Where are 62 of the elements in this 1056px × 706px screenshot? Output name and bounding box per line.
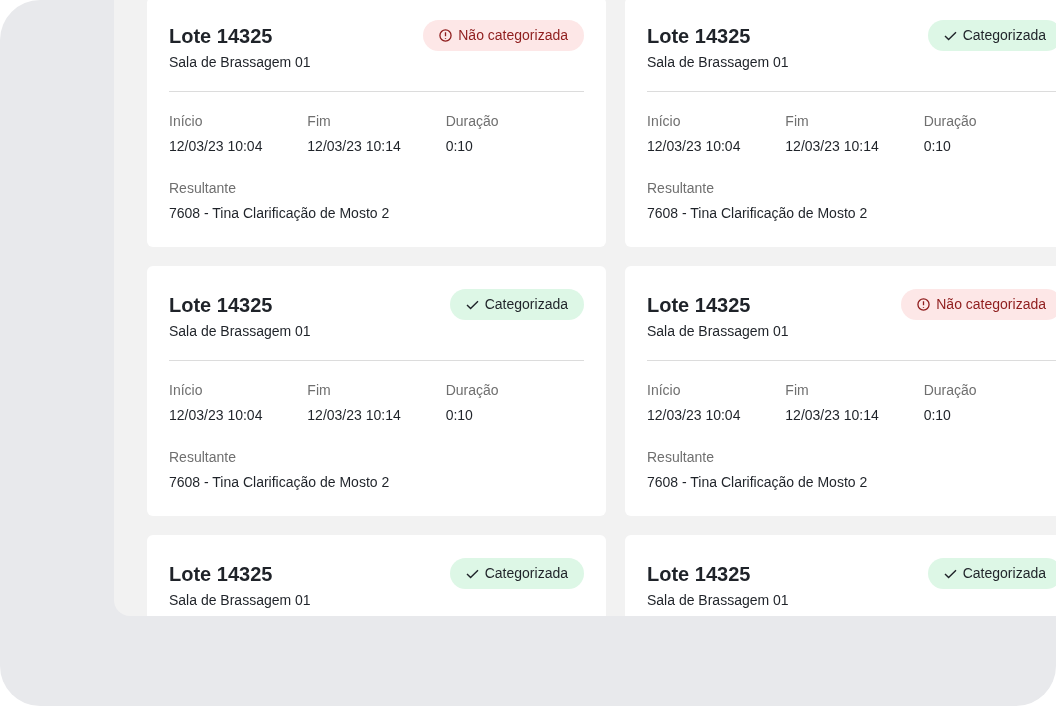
batch-title: Lote 14325: [647, 293, 752, 318]
batch-title: Lote 14325: [169, 293, 274, 318]
room-name: Sala de Brassagem 01: [169, 591, 311, 610]
field-label: Fim: [785, 112, 810, 131]
room-name: Sala de Brassagem 01: [647, 322, 789, 341]
field-value: 12/03/23 10:14: [307, 406, 402, 425]
batch-card[interactable]: Lote 14325 Sala de Brassagem 01 Categorizada: [147, 535, 606, 616]
room-name: Sala de Brassagem 01: [647, 53, 789, 72]
check-icon: [465, 568, 479, 579]
check-icon: [465, 299, 479, 310]
field-value: 7608 - Tina Clarificação de Mosto 2: [169, 204, 391, 223]
batch-card[interactable]: Lote 14325 Sala de Brassagem 01 Categorizada Início 12/03/23 10:04 Fim 12/03/23 10:14 Duração 0:10 Resultante 7608 - Tina Clarificação de Mosto 2: [147, 266, 606, 516]
status-badge: Categorizada: [449, 289, 584, 320]
field-label: Início: [169, 112, 204, 131]
field-label: Duração: [923, 112, 978, 131]
field-label: Início: [169, 381, 204, 400]
room-name: Sala de Brassagem 01: [169, 322, 311, 341]
field-label: Duração: [445, 381, 500, 400]
field-value: 7608 - Tina Clarificação de Mosto 2: [647, 204, 869, 223]
batch-title: Lote 14325: [647, 24, 752, 49]
batch-card[interactable]: Lote 14325 Sala de Brassagem 01 Categorizada: [625, 535, 1056, 616]
batch-card[interactable]: Lote 14325 Sala de Brassagem 01 Categorizada Início 12/03/23 10:04 Fim 12/03/23 10:14 Duração 0:10 Resultante 7608 - Tina Clarificação de Mosto 2: [625, 0, 1056, 247]
status-badge: Categorizada: [927, 558, 1056, 589]
field-value: 12/03/23 10:04: [647, 406, 742, 425]
field-value: 0:10: [923, 137, 952, 156]
field-label: Fim: [307, 381, 332, 400]
batch-title: Lote 14325: [169, 24, 274, 49]
batch-title: Lote 14325: [169, 562, 274, 587]
batch-card[interactable]: Lote 14325 Sala de Brassagem 01 Não categorizada Início 12/03/23 10:04 Fim 12/03/23 10:14 Duração 0:10 Resultante 7608 - Tina Clarificação de Mosto 2: [625, 266, 1056, 516]
check-icon: [943, 30, 957, 41]
batch-card[interactable]: Lote 14325 Sala de Brassagem 01 Não categorizada Início 12/03/23 10:04 Fim 12/03/23 10:14 Duração 0:10 Resultante 7608 - Tina Clarificação de Mosto 2: [147, 0, 606, 247]
status-badge: Não categorizada: [423, 20, 584, 51]
field-value: 12/03/23 10:14: [307, 137, 402, 156]
room-name: Sala de Brassagem 01: [169, 53, 311, 72]
field-value: 0:10: [445, 406, 474, 425]
status-badge: Categorizada: [449, 558, 584, 589]
field-value: 0:10: [923, 406, 952, 425]
alert-icon: [917, 298, 931, 311]
status-badge: Categorizada: [927, 20, 1056, 51]
field-label: Duração: [445, 112, 500, 131]
field-value: 7608 - Tina Clarificação de Mosto 2: [169, 473, 391, 492]
batch-title: Lote 14325: [647, 562, 752, 587]
field-label: Resultante: [647, 179, 715, 198]
field-label: Resultante: [169, 179, 237, 198]
field-label: Fim: [307, 112, 332, 131]
field-value: 12/03/23 10:04: [647, 137, 742, 156]
field-value: 0:10: [445, 137, 474, 156]
field-label: Resultante: [647, 448, 715, 467]
field-label: Início: [647, 381, 682, 400]
room-name: Sala de Brassagem 01: [647, 591, 789, 610]
check-icon: [943, 568, 957, 579]
field-label: Duração: [923, 381, 978, 400]
field-value: 12/03/23 10:14: [785, 137, 880, 156]
field-value: 12/03/23 10:04: [169, 137, 264, 156]
field-value: 12/03/23 10:14: [785, 406, 880, 425]
field-value: 7608 - Tina Clarificação de Mosto 2: [647, 473, 869, 492]
status-badge: Não categorizada: [901, 289, 1056, 320]
field-label: Início: [647, 112, 682, 131]
field-label: Resultante: [169, 448, 237, 467]
alert-icon: [439, 29, 453, 42]
field-label: Fim: [785, 381, 810, 400]
field-value: 12/03/23 10:04: [169, 406, 264, 425]
